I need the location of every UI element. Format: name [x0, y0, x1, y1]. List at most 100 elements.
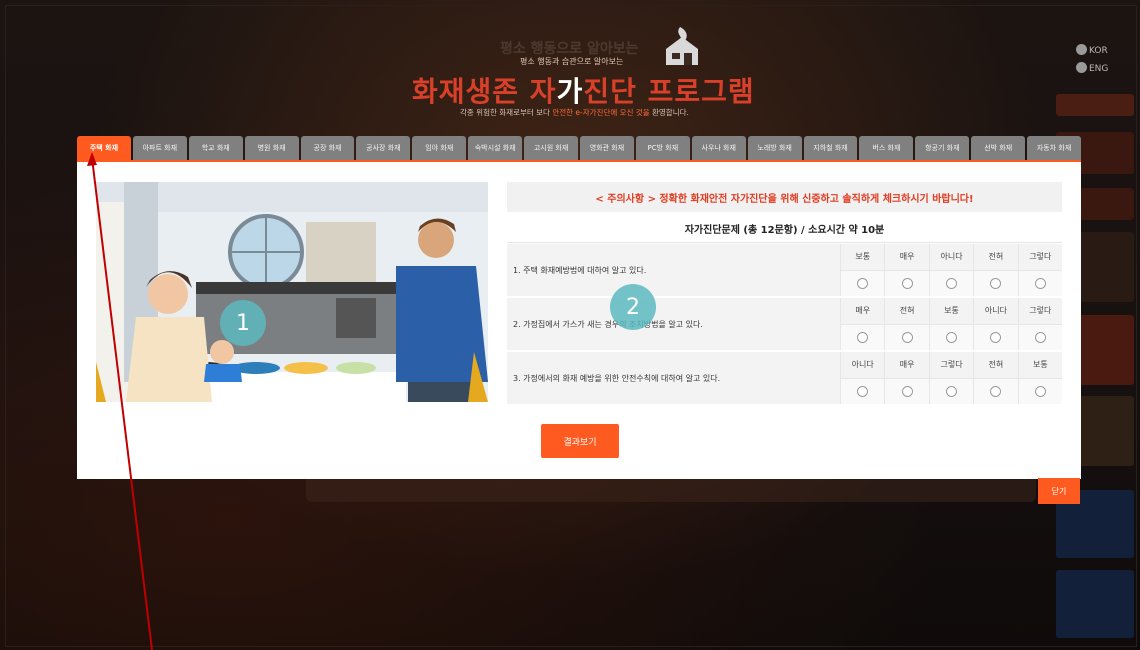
- tab-sauna-fire[interactable]: 사우나 화재: [691, 136, 746, 160]
- answer-option: 보통: [840, 244, 885, 296]
- annotation-badge-1: 1: [220, 300, 266, 346]
- option-radio-cell: [1018, 324, 1063, 350]
- radio-button[interactable]: [1034, 277, 1046, 289]
- answer-option: 그렇다: [1017, 244, 1063, 296]
- title-part-1: 화재생존 자: [412, 75, 557, 108]
- tab-hospital-fire[interactable]: 병원 화재: [244, 136, 299, 160]
- answer-option: 보통: [1017, 352, 1063, 404]
- option-label: 매우: [885, 352, 929, 379]
- option-label: 그렇다: [1018, 298, 1063, 325]
- flag-icon: [1076, 62, 1087, 73]
- question-row: 1. 주택 화재예방법에 대하여 알고 있다. 보통 매우 아니다 전혀 그렇다: [507, 244, 1063, 298]
- radio-button[interactable]: [901, 277, 913, 289]
- desc-emphasis: 안전한 e-자가진단에 오신 것을: [552, 108, 650, 117]
- option-radio-cell: [929, 378, 974, 404]
- page-title: 화재생존 자가진단 프로그램: [412, 70, 755, 110]
- tab-house-fire[interactable]: 주택 화재: [77, 136, 131, 160]
- answer-option: 전혀: [973, 352, 1018, 404]
- tab-gosiwon-fire[interactable]: 고시원 화재: [524, 136, 579, 160]
- title-part-3: 진단 프로그램: [583, 75, 755, 108]
- tab-aircraft-fire[interactable]: 항공기 화재: [915, 136, 970, 160]
- option-radio-cell: [929, 324, 974, 350]
- tab-bus-fire[interactable]: 버스 화재: [859, 136, 914, 160]
- tab-car-fire[interactable]: 자동차 화재: [1027, 136, 1082, 160]
- option-radio-cell: [841, 324, 885, 350]
- burning-house-icon: [666, 27, 698, 65]
- option-label: 보통: [1018, 352, 1063, 379]
- tab-cinema-fire[interactable]: 영화관 화재: [580, 136, 634, 160]
- answer-option: 매우: [840, 298, 885, 350]
- globe-icon: [1076, 44, 1087, 55]
- radio-button[interactable]: [990, 277, 1002, 289]
- language-switcher: KOR ENG: [1076, 44, 1108, 80]
- answer-option: 전혀: [973, 244, 1018, 296]
- answer-option: 아니다: [840, 352, 885, 404]
- radio-button[interactable]: [901, 385, 913, 397]
- option-radio-cell: [841, 378, 885, 404]
- side-menu-item-8: [1056, 570, 1134, 638]
- answer-option: 전혀: [884, 298, 929, 350]
- radio-button[interactable]: [990, 385, 1002, 397]
- tab-forest-fire[interactable]: 임야 화재: [412, 136, 467, 160]
- option-radio-cell: [1018, 270, 1063, 296]
- header-ghost-subtitle: 평소 행동으로 알아보는: [500, 41, 639, 57]
- lang-eng-label: ENG: [1089, 64, 1109, 74]
- tab-ship-fire[interactable]: 선박 화재: [971, 136, 1026, 160]
- view-results-button[interactable]: 결과보기: [541, 424, 619, 458]
- radio-button[interactable]: [857, 385, 869, 397]
- tab-apartment-fire[interactable]: 아파트 화재: [132, 136, 187, 160]
- answer-option: 그렇다: [928, 352, 974, 404]
- radio-button[interactable]: [990, 331, 1002, 343]
- option-label: 보통: [841, 244, 885, 271]
- header-subtitle: 평소 행동과 습관으로 알아보는: [520, 57, 624, 66]
- desc-part-1: 각종 위험한 화재로부터 보다: [460, 108, 553, 117]
- option-label: 전혀: [974, 244, 1018, 271]
- lang-kor-label: KOR: [1089, 46, 1108, 56]
- option-label: 매우: [841, 298, 885, 325]
- option-radio-cell: [974, 270, 1018, 296]
- question-row: 2. 가정집에서 가스가 새는 경우의 조치방법을 알고 있다. 매우 전혀 보…: [507, 298, 1063, 352]
- question-row: 3. 가정에서의 화재 예방을 위한 안전수칙에 대하여 알고 있다. 아니다 …: [507, 352, 1063, 406]
- option-label: 그렇다: [1018, 244, 1063, 271]
- answer-options: 아니다 매우 그렇다 전혀 보통: [840, 352, 1063, 404]
- option-radio-cell: [974, 324, 1018, 350]
- tab-construction-fire[interactable]: 공사장 화재: [356, 136, 411, 160]
- tab-school-fire[interactable]: 학교 화재: [188, 136, 243, 160]
- option-label: 아니다: [841, 352, 885, 379]
- radio-button[interactable]: [1034, 331, 1046, 343]
- question-text: 2. 가정집에서 가스가 새는 경우의 조치방법을 알고 있다.: [513, 319, 703, 329]
- option-label: 전혀: [885, 298, 929, 325]
- tab-karaoke-fire[interactable]: 노래방 화재: [747, 136, 802, 160]
- radio-button[interactable]: [857, 331, 869, 343]
- background-panel: [306, 478, 1036, 502]
- question-text: 1. 주택 화재예방법에 대하여 알고 있다.: [513, 265, 647, 275]
- question-list: 1. 주택 화재예방법에 대하여 알고 있다. 보통 매우 아니다 전혀 그렇다…: [507, 244, 1063, 406]
- option-label: 매우: [885, 244, 929, 271]
- category-tabs: 주택 화재 아파트 화재 학교 화재 병원 화재 공장 화재 공사장 화재 임야…: [77, 136, 1082, 160]
- answer-option: 매우: [884, 352, 929, 404]
- lang-eng[interactable]: ENG: [1076, 62, 1108, 74]
- option-label: 그렇다: [929, 352, 974, 379]
- tab-factory-fire[interactable]: 공장 화재: [300, 136, 355, 160]
- answer-option: 아니다: [928, 244, 974, 296]
- title-part-2: 가: [556, 75, 584, 108]
- answer-option: 아니다: [973, 298, 1018, 350]
- tab-lodging-fire[interactable]: 숙박시설 화재: [468, 136, 523, 160]
- question-text: 3. 가정에서의 화재 예방을 위한 안전수칙에 대하여 알고 있다.: [513, 373, 721, 383]
- annotation-badge-2: 2: [610, 284, 656, 330]
- option-radio-cell: [885, 378, 929, 404]
- lang-kor[interactable]: KOR: [1076, 44, 1108, 56]
- radio-button[interactable]: [946, 331, 958, 343]
- tab-subway-fire[interactable]: 지하철 화재: [803, 136, 858, 160]
- tab-pcbang-fire[interactable]: PC방 화재: [635, 136, 690, 160]
- radio-button[interactable]: [1034, 385, 1046, 397]
- option-radio-cell: [1018, 378, 1063, 404]
- questions-header: 자가진단문제 (총 12문항) / 소요시간 약 10분: [507, 214, 1062, 243]
- radio-button[interactable]: [946, 277, 958, 289]
- option-label: 아니다: [974, 298, 1018, 325]
- radio-button[interactable]: [946, 385, 958, 397]
- radio-button[interactable]: [857, 277, 869, 289]
- radio-button[interactable]: [901, 331, 913, 343]
- option-radio-cell: [974, 378, 1018, 404]
- close-button[interactable]: 닫기: [1038, 478, 1080, 504]
